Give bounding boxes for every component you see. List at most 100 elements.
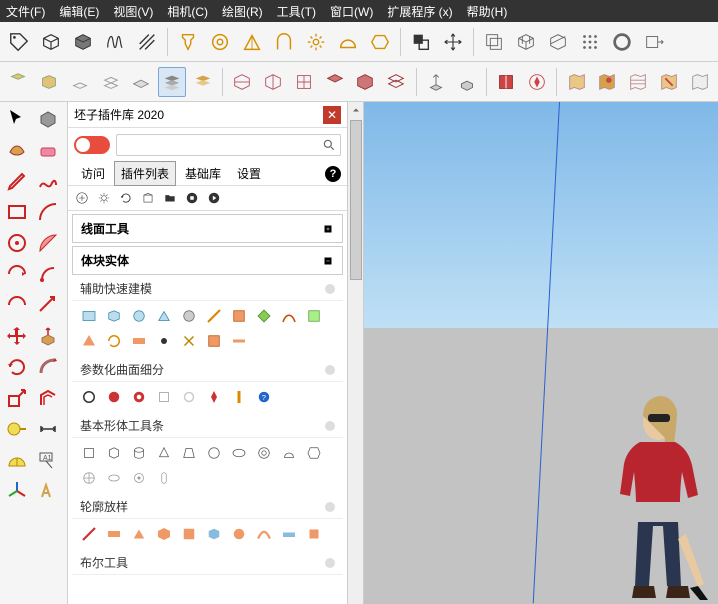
qm-icon-11[interactable] — [78, 330, 100, 352]
scroll-up-icon[interactable] — [350, 104, 362, 116]
lf-icon-3[interactable] — [128, 523, 150, 545]
tool-book-icon[interactable] — [492, 67, 521, 97]
tool-component-icon[interactable] — [33, 104, 63, 134]
bs-icon-6[interactable] — [203, 442, 225, 464]
sub-loft[interactable]: 轮廓放样 — [72, 495, 343, 519]
menu-extensions[interactable]: 扩展程序 (x) — [387, 3, 452, 20]
sd-icon-4[interactable] — [153, 386, 175, 408]
tool-tape-icon[interactable] — [2, 414, 32, 444]
tool-cube-grid-icon[interactable] — [511, 27, 541, 57]
sub-quick-model[interactable]: 辅助快速建模 — [72, 277, 343, 301]
qm-icon-4[interactable] — [153, 305, 175, 327]
tab-visit[interactable]: 访问 — [74, 161, 112, 186]
tool-move-arrows-icon[interactable] — [438, 27, 468, 57]
tool-arc-d-icon[interactable] — [33, 259, 63, 289]
tool-followme-icon[interactable] — [33, 352, 63, 382]
tool-section-a-icon[interactable] — [228, 67, 257, 97]
lf-icon-9[interactable] — [278, 523, 300, 545]
tool-map-a-icon[interactable] — [562, 67, 591, 97]
menu-edit[interactable]: 编辑(E) — [59, 3, 99, 20]
tool-arc-f-icon[interactable] — [33, 290, 63, 320]
play-icon[interactable] — [206, 190, 222, 206]
lf-icon-1[interactable] — [78, 523, 100, 545]
section-solids[interactable]: 体块实体 — [72, 246, 343, 275]
tool-section-d-icon[interactable] — [320, 67, 349, 97]
plus-icon[interactable] — [74, 190, 90, 206]
qm-icon-5[interactable] — [178, 305, 200, 327]
tool-protractor-icon[interactable] — [2, 445, 32, 475]
tab-settings[interactable]: 设置 — [230, 161, 268, 186]
menu-camera[interactable]: 相机(C) — [167, 3, 208, 20]
tool-arc-e-icon[interactable] — [2, 290, 32, 320]
lf-icon-2[interactable] — [103, 523, 125, 545]
tool-overlap-icon[interactable] — [406, 27, 436, 57]
tool-stack-icon[interactable] — [158, 67, 187, 97]
sub-boolean[interactable]: 布尔工具 — [72, 551, 343, 575]
tool-eraser-icon[interactable] — [33, 135, 63, 165]
refresh-icon[interactable] — [118, 190, 134, 206]
sd-icon-2[interactable] — [103, 386, 125, 408]
tool-face-a-icon[interactable] — [4, 67, 33, 97]
tool-layers-a-icon[interactable] — [479, 27, 509, 57]
toggle-switch[interactable] — [74, 136, 110, 154]
tab-plugin-list[interactable]: 插件列表 — [114, 161, 176, 186]
tool-text-icon[interactable]: A1 — [33, 445, 63, 475]
tool-arch-icon[interactable] — [269, 27, 299, 57]
tool-map-b-icon[interactable] — [593, 67, 622, 97]
sd-icon-3[interactable] — [128, 386, 150, 408]
qm-icon-1[interactable] — [78, 305, 100, 327]
qm-icon-3[interactable] — [128, 305, 150, 327]
tool-freehand-icon[interactable] — [33, 166, 63, 196]
close-button[interactable]: ✕ — [323, 106, 341, 124]
lf-icon-7[interactable] — [228, 523, 250, 545]
menu-view[interactable]: 视图(V) — [113, 3, 153, 20]
search-icon[interactable] — [322, 138, 336, 152]
panel-scrollbar[interactable] — [348, 102, 364, 604]
tool-pointer-icon[interactable] — [2, 104, 32, 134]
tool-rotate-icon[interactable] — [2, 352, 32, 382]
menu-file[interactable]: 文件(F) — [6, 3, 45, 20]
menu-window[interactable]: 窗口(W) — [330, 3, 373, 20]
tool-face-c-icon[interactable] — [96, 67, 125, 97]
menu-tools[interactable]: 工具(T) — [277, 3, 316, 20]
tool-offset-icon[interactable] — [33, 383, 63, 413]
tool-box-arrow-icon[interactable] — [639, 27, 669, 57]
tool-ring-icon[interactable] — [607, 27, 637, 57]
bs-icon-7[interactable] — [228, 442, 250, 464]
tool-section-b-icon[interactable] — [259, 67, 288, 97]
lf-icon-10[interactable] — [303, 523, 325, 545]
search-input[interactable] — [121, 138, 322, 152]
qm-icon-14[interactable] — [153, 330, 175, 352]
tool-face-b-icon[interactable] — [65, 67, 94, 97]
qm-icon-15[interactable] — [178, 330, 200, 352]
folder-icon[interactable] — [162, 190, 178, 206]
scroll-thumb[interactable] — [350, 120, 362, 280]
stop-icon[interactable] — [184, 190, 200, 206]
tab-base-lib[interactable]: 基础库 — [178, 161, 228, 186]
tool-circle-c-icon[interactable] — [2, 228, 32, 258]
tool-arc-a-icon[interactable] — [33, 197, 63, 227]
qm-icon-7[interactable] — [228, 305, 250, 327]
tool-pushpull-icon[interactable] — [33, 321, 63, 351]
tool-rect-icon[interactable] — [2, 197, 32, 227]
qm-icon-17[interactable] — [228, 330, 250, 352]
tool-cube-solid-icon[interactable] — [35, 67, 64, 97]
bs-icon-3[interactable] — [128, 442, 150, 464]
tool-solid-cube-icon[interactable] — [68, 27, 98, 57]
qm-icon-2[interactable] — [103, 305, 125, 327]
sub-surface-subdiv[interactable]: 参数化曲面细分 — [72, 358, 343, 382]
help-icon[interactable]: ? — [325, 166, 341, 182]
tool-face-d-icon[interactable] — [127, 67, 156, 97]
tool-move-icon[interactable] — [2, 321, 32, 351]
tool-triangle-icon[interactable] — [237, 27, 267, 57]
sd-icon-8[interactable]: ? — [253, 386, 275, 408]
tool-axes-icon[interactable] — [2, 476, 32, 506]
menu-help[interactable]: 帮助(H) — [467, 3, 508, 20]
tool-hatch-icon[interactable] — [132, 27, 162, 57]
bs-icon-11[interactable] — [78, 467, 100, 489]
bs-icon-13[interactable] — [128, 467, 150, 489]
lf-icon-5[interactable] — [178, 523, 200, 545]
qm-icon-9[interactable] — [278, 305, 300, 327]
tool-section-e-icon[interactable] — [351, 67, 380, 97]
tool-map-grid-icon[interactable] — [624, 67, 653, 97]
